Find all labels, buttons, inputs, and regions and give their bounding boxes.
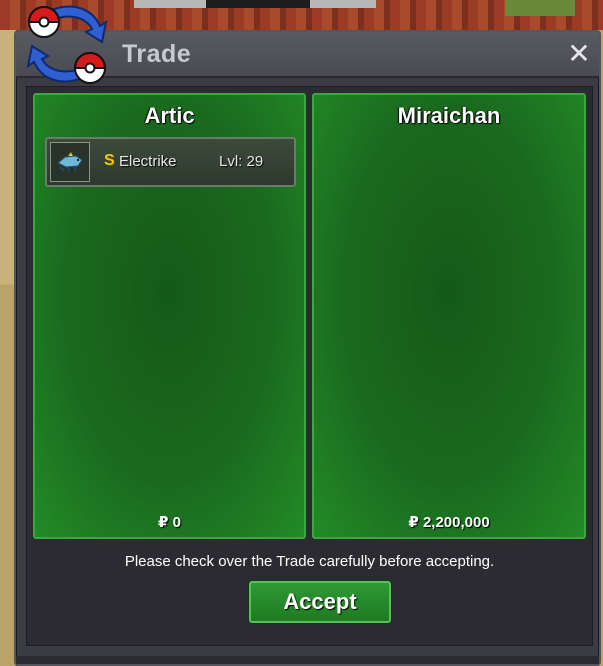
trader-name-left: Artic — [144, 103, 195, 128]
trade-content: Artic S Electrike Lvl: 29 ₽ 0 Miraichan … — [26, 86, 593, 646]
window-title: Trade — [122, 40, 192, 68]
trade-panel-left: Artic S Electrike Lvl: 29 ₽ 0 — [33, 93, 306, 539]
currency-symbol: ₽ — [408, 514, 419, 531]
trade-window: Trade ✕ Artic S Electrike Lvl: 29 ₽ 0 Mi… — [14, 30, 601, 666]
pokemon-level: Lvl: 29 — [219, 153, 264, 170]
electrike-sprite-icon — [50, 142, 90, 182]
trade-panel-right: Miraichan ₽ 2,200,000 — [312, 93, 586, 539]
trade-item-slot[interactable]: S Electrike Lvl: 29 — [45, 137, 296, 187]
trade-notice: Please check over the Trade carefully be… — [124, 553, 495, 570]
trader-name-right: Miraichan — [397, 103, 501, 128]
pokemon-name: Electrike — [119, 153, 177, 170]
trade-pokeball-arrows-icon — [22, 2, 112, 86]
currency-symbol: ₽ — [158, 514, 169, 531]
close-button[interactable]: ✕ — [565, 40, 593, 68]
money-right: ₽ 2,200,000 — [314, 513, 584, 531]
money-amount-left: 0 — [172, 514, 181, 531]
money-left: ₽ 0 — [35, 513, 304, 531]
accept-button[interactable]: Accept — [249, 581, 391, 623]
shiny-indicator: S — [104, 152, 115, 169]
money-amount-right: 2,200,000 — [422, 514, 490, 531]
window-bottom-edge — [16, 656, 599, 664]
